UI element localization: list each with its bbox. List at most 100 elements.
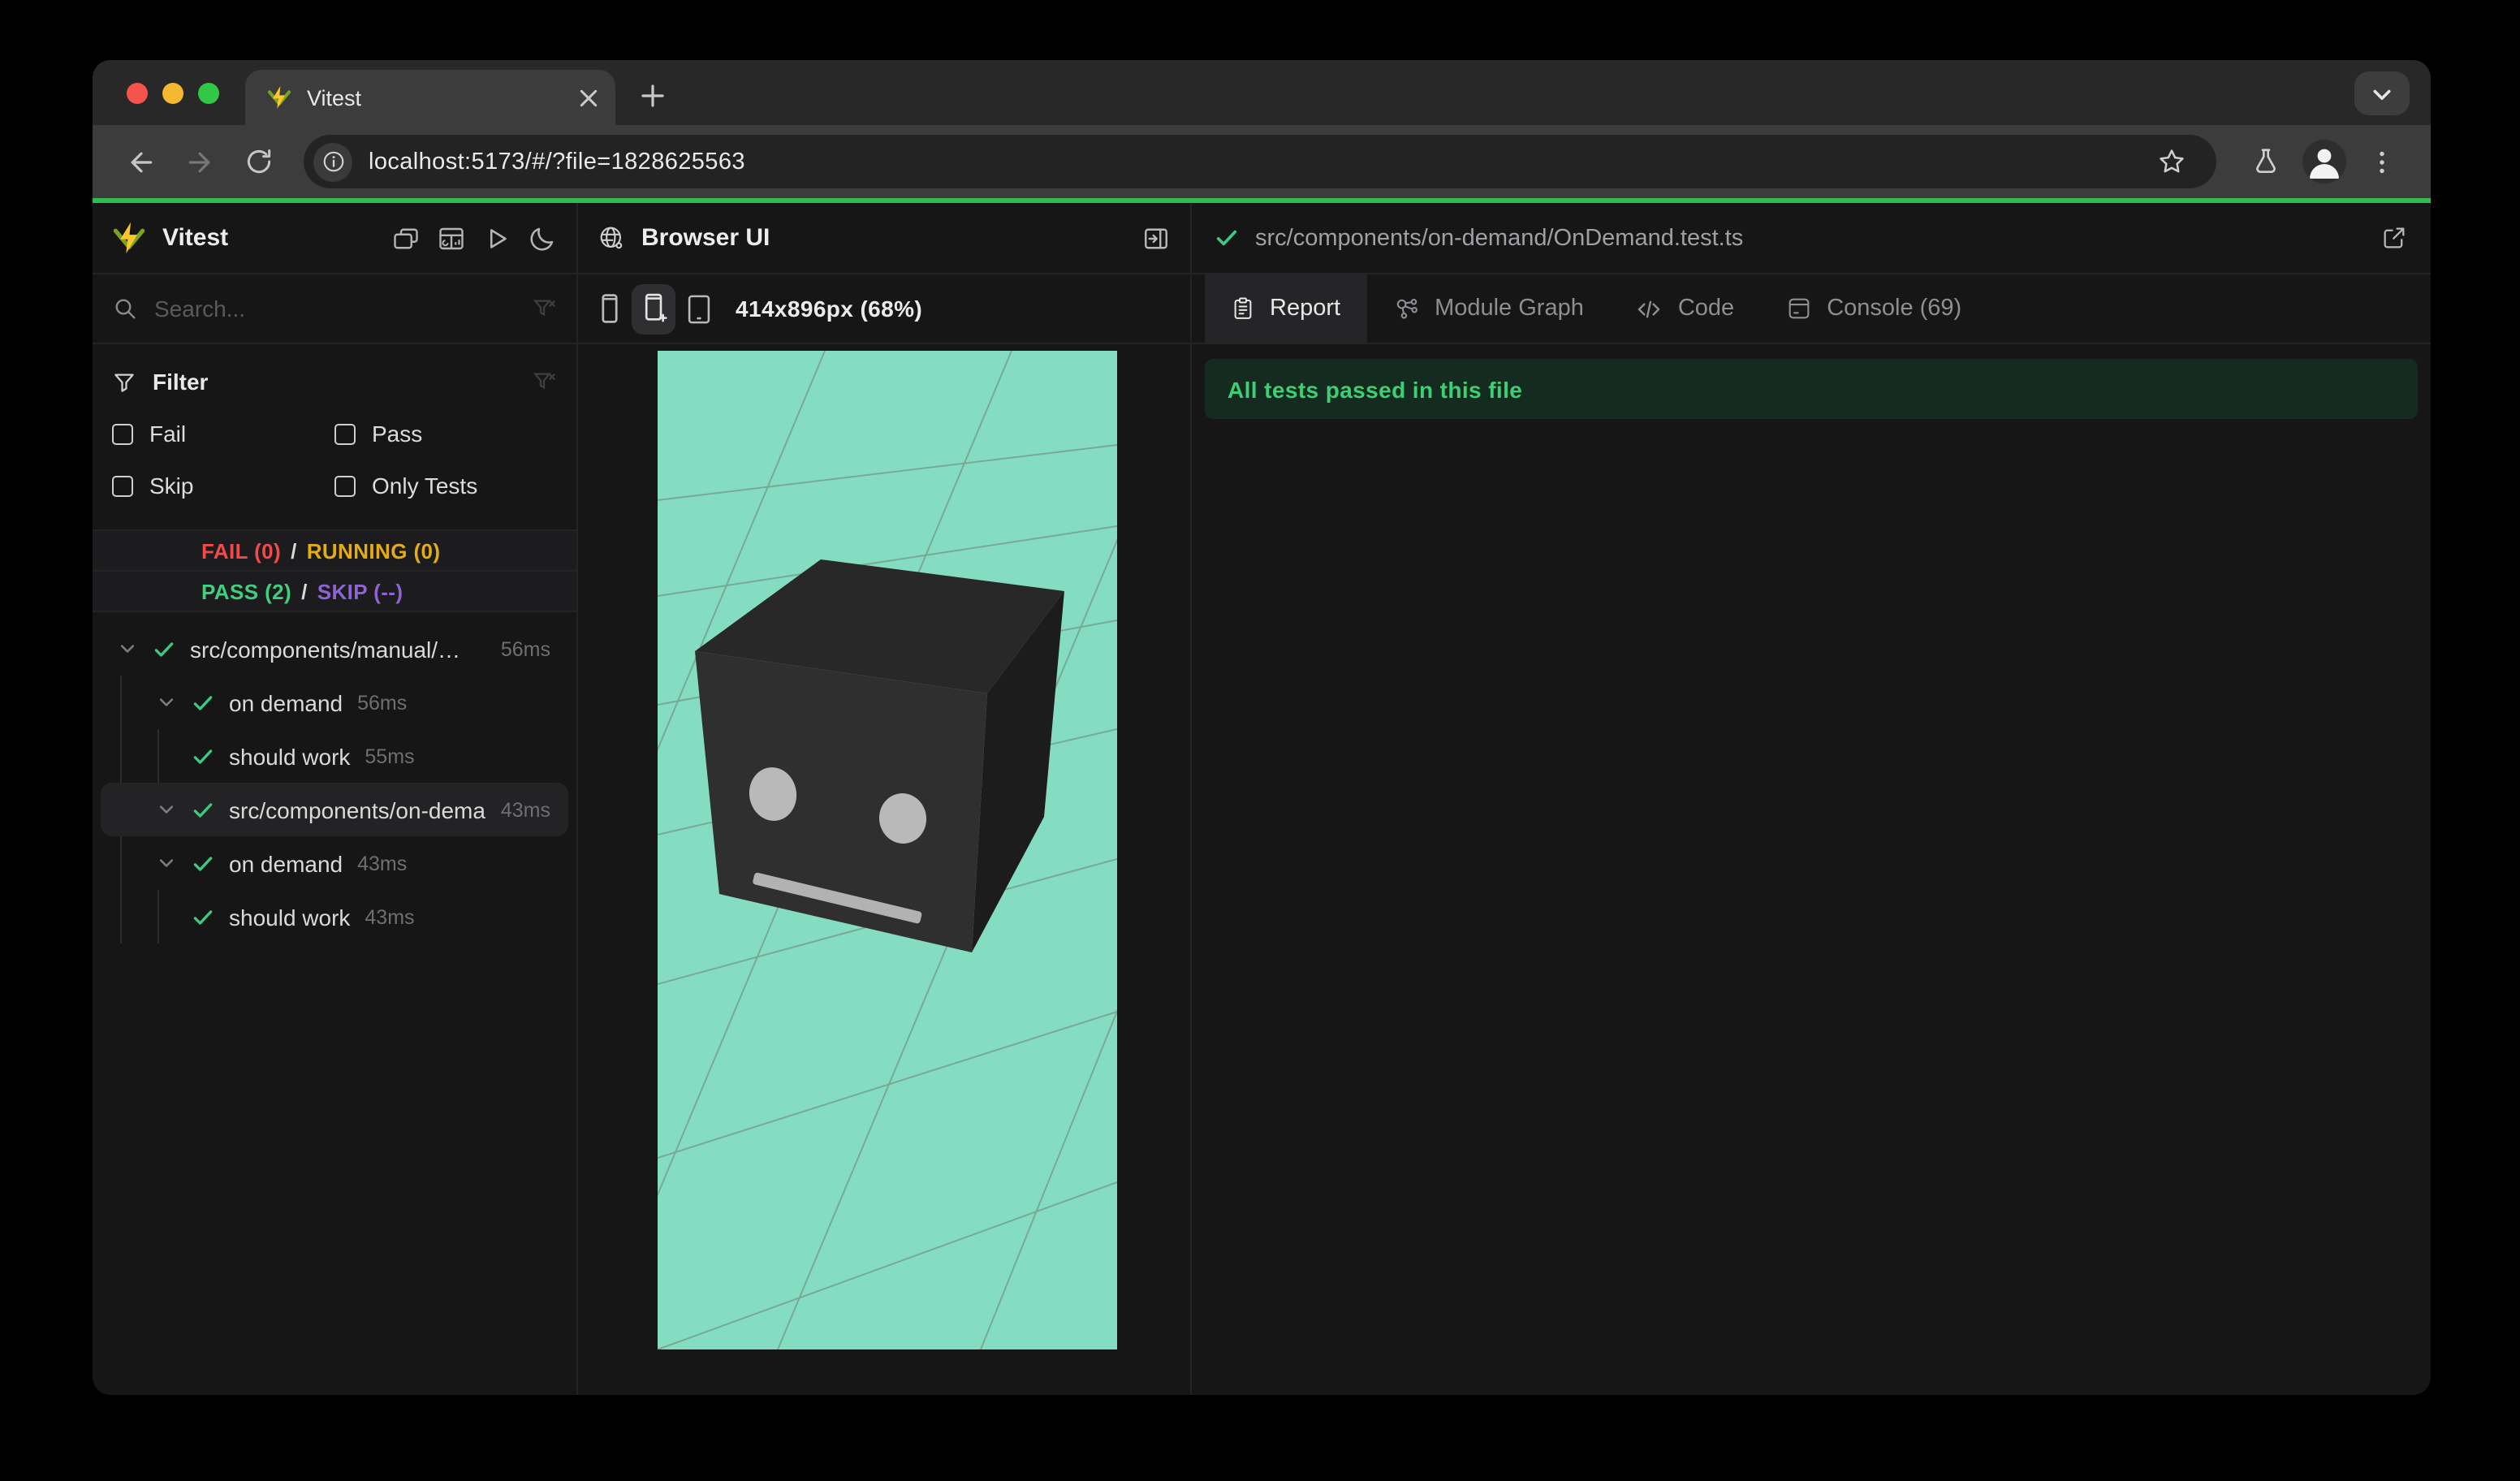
window-controls: [93, 60, 245, 125]
tab-strip: Vitest: [93, 60, 2431, 125]
tab-search-button[interactable]: [2354, 71, 2410, 115]
url-text: localhost:5173/#/?file=1828625563: [369, 149, 745, 175]
viewport-area: [578, 344, 1190, 1395]
chevron-down-icon[interactable]: [154, 854, 177, 872]
app-title: Vitest: [162, 224, 229, 252]
filter-title: Filter: [153, 369, 209, 395]
pass-check-icon: [192, 905, 214, 928]
pass-count: PASS (2): [201, 579, 292, 603]
filter-funnel-icon: [112, 369, 136, 394]
browser-ui-header: Browser UI: [578, 203, 1190, 274]
test-duration: 43ms: [365, 905, 415, 928]
viewport-resolution-label: 414x896px (68%): [736, 296, 923, 322]
report-tabs: Report Module Graph Code Console (69): [1192, 274, 2431, 344]
filter-option-fail[interactable]: Fail: [112, 412, 334, 455]
vitest-favicon: [266, 84, 292, 110]
test-status-summary: FAIL (0) / RUNNING (0) PASS (2) / SKIP (…: [93, 529, 576, 612]
file-pass-check-icon: [1215, 226, 1239, 250]
open-external-icon[interactable]: [2380, 224, 2408, 252]
fullscreen-window-button[interactable]: [198, 82, 219, 103]
chevron-down-icon[interactable]: [154, 801, 177, 818]
device-mobile-large-icon[interactable]: [632, 283, 675, 334]
dashboard-icon[interactable]: [437, 223, 466, 253]
running-count: RUNNING (0): [306, 538, 441, 563]
skip-checkbox[interactable]: [112, 475, 133, 496]
search-input[interactable]: [154, 296, 531, 322]
3d-robot-scene: [658, 351, 1117, 1349]
tested-app-viewport[interactable]: [658, 351, 1117, 1349]
only-tests-checkbox[interactable]: [334, 475, 356, 496]
tab-report[interactable]: Report: [1205, 274, 1367, 343]
run-all-tests-icon[interactable]: [482, 223, 511, 253]
search-icon: [112, 296, 138, 322]
address-bar[interactable]: localhost:5173/#/?file=1828625563: [304, 135, 2216, 188]
expand-panel-right-icon[interactable]: [1141, 223, 1171, 253]
clear-search-filter-icon[interactable]: [531, 296, 557, 322]
test-suite-row[interactable]: on demand 43ms: [93, 836, 576, 890]
back-button[interactable]: [115, 136, 167, 188]
device-tablet-icon[interactable]: [685, 291, 713, 326]
test-duration: 55ms: [365, 745, 415, 767]
site-info-icon[interactable]: [313, 142, 352, 181]
profile-avatar[interactable]: [2298, 136, 2350, 188]
browser-menu-icon[interactable]: [2356, 136, 2408, 188]
test-case-row[interactable]: should work 43ms: [93, 890, 576, 943]
pass-check-icon: [192, 798, 214, 821]
desktop-background: Vitest localhost:5173/#/?file=1828625563…: [0, 0, 2520, 1481]
chevron-down-icon[interactable]: [115, 640, 138, 658]
pass-check-icon: [192, 745, 214, 767]
sidebar: Vitest Search... Filter Fail Pass Skip O…: [93, 203, 578, 1395]
filter-section: Filter Fail Pass Skip Only Tests: [93, 344, 576, 516]
device-mobile-icon[interactable]: [598, 292, 622, 325]
file-header: src/components/on-demand/OnDemand.test.t…: [1192, 203, 2431, 274]
file-path: src/components/on-demand/OnDemand.test.t…: [1255, 225, 1744, 251]
dark-mode-moon-icon[interactable]: [528, 223, 557, 253]
clear-filters-icon[interactable]: [531, 369, 557, 395]
test-duration: 43ms: [500, 798, 550, 821]
globe-icon: [598, 224, 625, 252]
vitest-ui: Vitest Search... Filter Fail Pass Skip O…: [93, 203, 2431, 1395]
new-tab-button[interactable]: [628, 71, 677, 120]
sidebar-header: Vitest: [93, 203, 576, 274]
bookmark-star-icon[interactable]: [2145, 136, 2197, 188]
pass-checkbox[interactable]: [334, 423, 356, 444]
search-row: [93, 274, 576, 344]
test-suite-row[interactable]: on demand 56ms: [93, 676, 576, 729]
reload-button[interactable]: [232, 136, 284, 188]
all-tests-passed-banner: All tests passed in this file: [1205, 359, 2418, 419]
forward-button[interactable]: [174, 136, 226, 188]
vitest-logo: [112, 221, 146, 255]
browser-window: Vitest localhost:5173/#/?file=1828625563…: [93, 60, 2431, 1395]
browser-ui-title: Browser UI: [641, 224, 770, 252]
close-tab-icon[interactable]: [578, 87, 599, 108]
device-toolbar: 414x896px (68%): [578, 274, 1190, 344]
browser-ui-panel: Browser UI 414x896px (68%): [578, 203, 1192, 1395]
status-row-pass-skip: PASS (2) / SKIP (--): [93, 572, 576, 612]
close-window-button[interactable]: [127, 82, 148, 103]
test-case-row[interactable]: should work 55ms: [93, 729, 576, 783]
status-row-fail-running: FAIL (0) / RUNNING (0): [93, 531, 576, 572]
test-duration: 56ms: [500, 637, 550, 660]
chevron-down-icon[interactable]: [154, 693, 177, 711]
test-duration: 43ms: [357, 852, 408, 874]
tab-title: Vitest: [307, 85, 362, 110]
test-file-row-selected[interactable]: src/components/on-dema… 43ms: [101, 783, 568, 836]
report-panel: src/components/on-demand/OnDemand.test.t…: [1192, 203, 2431, 1395]
collapse-panels-icon[interactable]: [391, 223, 421, 253]
filter-option-only-tests[interactable]: Only Tests: [334, 464, 557, 507]
test-file-row[interactable]: src/components/manual/… 56ms: [93, 622, 576, 676]
tab-console[interactable]: Console (69): [1760, 274, 1987, 343]
filter-option-skip[interactable]: Skip: [112, 464, 334, 507]
filter-option-pass[interactable]: Pass: [334, 412, 557, 455]
pass-check-icon: [192, 691, 214, 714]
browser-toolbar: localhost:5173/#/?file=1828625563: [93, 125, 2431, 198]
minimize-window-button[interactable]: [162, 82, 183, 103]
tab-module-graph[interactable]: Module Graph: [1366, 274, 1610, 343]
browser-tab[interactable]: Vitest: [245, 70, 615, 125]
experiments-flask-icon[interactable]: [2239, 136, 2291, 188]
tab-code[interactable]: Code: [1610, 274, 1760, 343]
fail-checkbox[interactable]: [112, 423, 133, 444]
pass-check-icon: [153, 637, 175, 660]
pass-check-icon: [192, 852, 214, 874]
test-duration: 56ms: [357, 691, 408, 714]
